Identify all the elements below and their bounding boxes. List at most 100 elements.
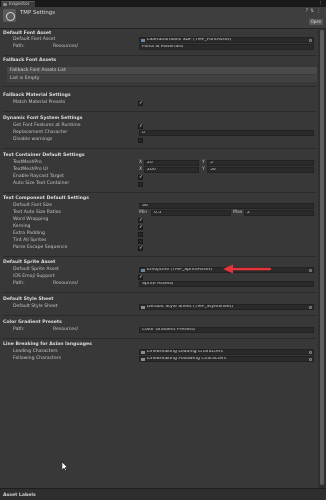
tint-all-sprites-label: Tint All Sprites	[13, 238, 47, 243]
section-style: Default Style Sheet	[3, 297, 54, 302]
annotation-arrow-icon	[223, 264, 272, 274]
kerning-label: Kerning	[13, 224, 31, 229]
following-characters-value: LineBreaking Following Characters	[147, 356, 227, 361]
path-prefix: Resources/	[53, 327, 79, 332]
min-ratio-value: 0.5	[154, 210, 162, 215]
fallback-font-list-header[interactable]: Fallback Font Assets List	[7, 67, 317, 74]
row-replacement-character: Replacement Character 0	[13, 130, 316, 136]
match-material-presets-checkbox[interactable]	[138, 100, 143, 106]
default-font-asset-field[interactable]: LiberationSans SDF (TMP_FontAsset)	[139, 37, 314, 43]
default-font-path-value: Fonts & Materials/	[142, 44, 184, 49]
color-gradient-path-input[interactable]: Color Gradient Presets/	[139, 327, 314, 333]
list-empty-label: List is Empty	[10, 76, 40, 81]
tint-all-sprites-checkbox[interactable]	[138, 238, 143, 244]
max-ratio-value: 2	[247, 210, 250, 215]
row-word-wrapping: Word Wrapping	[13, 217, 316, 223]
textmeshpro-ui-x-input[interactable]: 200	[144, 167, 199, 173]
kerning-checkbox[interactable]	[138, 224, 143, 230]
row-default-font-path: Path: Resources/ Fonts & Materials/	[13, 44, 316, 50]
tab-bar: Inspector ⋮	[0, 0, 326, 7]
scrollbar-thumb[interactable]	[320, 30, 324, 485]
textmeshpro-ui-label: TextMeshPro UI	[13, 167, 48, 172]
row-default-font-asset: Default Font Asset LiberationSans SDF (T…	[13, 37, 316, 43]
leading-characters-field[interactable]: LineBreaking Leading Characters	[139, 349, 314, 355]
default-style-sheet-value: Default Style Sheet (TMP_StyleSheet)	[147, 304, 234, 309]
textmeshpro-ui-y-input[interactable]: 50	[207, 167, 314, 173]
divider	[3, 111, 316, 112]
asset-labels-bar[interactable]: Asset Labels	[0, 488, 326, 500]
ios-emoji-checkbox[interactable]	[138, 274, 143, 280]
default-font-size-input[interactable]: 36	[139, 203, 314, 209]
sprite-path-value: Sprite Assets/	[142, 281, 174, 286]
row-auto-size-ratios: Text Auto Size Ratios Min 0.5 Max 2	[13, 210, 316, 216]
following-characters-label: Following Characters	[13, 356, 62, 361]
row-ios-emoji: iOS Emoji Support	[13, 274, 316, 280]
row-default-font-size: Default Font Size 36	[13, 203, 316, 209]
path-prefix: Resources/	[53, 281, 79, 286]
object-picker-icon[interactable]	[309, 268, 312, 272]
y-label: Y	[202, 160, 205, 165]
extra-padding-checkbox[interactable]	[138, 231, 143, 237]
tab-menu-icon[interactable]: ⋮	[319, 1, 325, 6]
following-characters-field[interactable]: LineBreaking Following Characters	[139, 356, 314, 362]
min-label: Min	[139, 210, 148, 215]
default-font-asset-value: LiberationSans SDF (TMP_FontAsset)	[147, 37, 232, 42]
inspector-content	[0, 30, 318, 488]
default-font-size-label: Default Font Size	[13, 203, 53, 208]
word-wrapping-checkbox[interactable]	[138, 217, 143, 223]
row-color-gradient-path: Path: Resources/ Color Gradient Presets/	[13, 327, 316, 333]
default-style-sheet-field[interactable]: Default Style Sheet (TMP_StyleSheet)	[139, 304, 314, 310]
match-material-presets-label: Match Material Presets	[13, 100, 66, 105]
section-text-component: Text Component Default Settings	[3, 196, 89, 201]
enable-raycast-checkbox[interactable]	[138, 174, 143, 180]
object-picker-icon[interactable]	[309, 350, 312, 354]
path-label: Path:	[13, 44, 25, 49]
disable-warnings-label: Disable warnings	[13, 137, 53, 142]
context-menu-icon[interactable]: ⋮	[316, 9, 323, 14]
disable-warnings-checkbox[interactable]	[138, 137, 143, 143]
get-font-features-checkbox[interactable]	[138, 123, 143, 129]
section-color-gradient: Color Gradient Presets	[3, 320, 62, 325]
parse-escape-checkbox[interactable]	[138, 245, 143, 251]
auto-size-container-checkbox[interactable]	[138, 181, 143, 187]
object-picker-icon[interactable]	[309, 305, 312, 309]
textmeshpro-x-value: 20	[147, 160, 153, 165]
sprite-path-input[interactable]: Sprite Assets/	[139, 281, 314, 287]
ios-emoji-label: iOS Emoji Support	[13, 274, 55, 279]
divider	[3, 148, 316, 149]
open-button[interactable]: Open	[309, 19, 323, 25]
vertical-scrollbar[interactable]	[318, 30, 326, 488]
replacement-character-input[interactable]: 0	[139, 130, 314, 136]
word-wrapping-label: Word Wrapping	[13, 217, 49, 222]
object-picker-icon[interactable]	[309, 38, 312, 42]
divider	[3, 256, 316, 257]
max-ratio-input[interactable]: 2	[244, 210, 314, 216]
asset-icon	[3, 9, 16, 22]
textmeshpro-y-value: 5	[210, 160, 213, 165]
inspector-header: TMP Settings ?⇅⋮ Open	[0, 7, 326, 29]
row-textmeshpro-size: TextMeshPro X 20 Y 5	[13, 160, 316, 166]
path-prefix: Resources/	[53, 44, 79, 49]
asset-labels-label: Asset Labels	[3, 493, 36, 498]
x-label: X	[139, 160, 143, 165]
object-picker-icon[interactable]	[309, 357, 312, 361]
mouse-cursor-icon	[62, 462, 68, 471]
get-font-features-label: Get Font Features at Runtime	[13, 123, 81, 128]
leading-characters-label: Leading Characters	[13, 349, 58, 354]
section-line-breaking: Line Breaking for Asian languages	[3, 342, 92, 347]
row-default-style-sheet: Default Style Sheet Default Style Sheet …	[13, 304, 316, 310]
default-font-path-input[interactable]: Fonts & Materials/	[139, 44, 314, 50]
row-leading-characters: Leading Characters LineBreaking Leading …	[13, 349, 316, 355]
inspector-icon	[3, 3, 7, 6]
textmeshpro-ui-x-value: 200	[147, 167, 156, 172]
min-ratio-input[interactable]: 0.5	[151, 210, 231, 216]
row-tint-all-sprites: Tint All Sprites	[13, 238, 316, 244]
fallback-font-list-label: Fallback Font Assets List	[10, 68, 66, 73]
textmeshpro-x-input[interactable]: 20	[144, 160, 199, 166]
divider	[3, 86, 316, 87]
textmeshpro-label: TextMeshPro	[13, 160, 42, 165]
auto-size-ratios-label: Text Auto Size Ratios	[13, 210, 61, 215]
divider	[3, 192, 316, 193]
textmeshpro-y-input[interactable]: 5	[207, 160, 314, 166]
section-default-font: Default Font Asset	[3, 31, 52, 36]
